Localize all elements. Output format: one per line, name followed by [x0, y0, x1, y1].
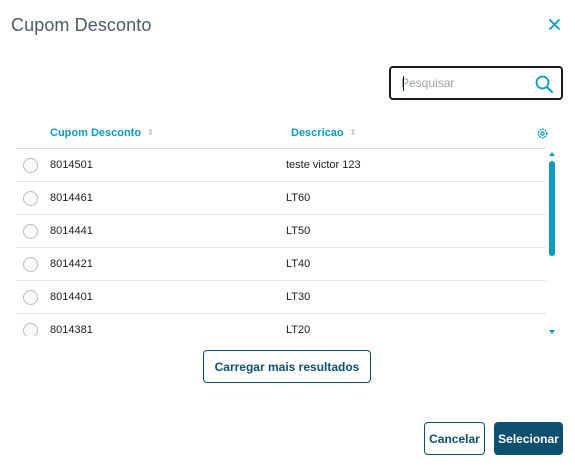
- load-more-button[interactable]: Carregar mais resultados: [203, 350, 371, 383]
- row-radio[interactable]: [23, 290, 38, 305]
- cancel-button[interactable]: Cancelar: [424, 422, 485, 455]
- cell-description: LT60: [286, 192, 311, 204]
- scrollbar-thumb[interactable]: [549, 161, 555, 256]
- table-row[interactable]: 8014501 teste victor 123: [16, 149, 546, 182]
- column-header-label: Cupom Desconto: [50, 127, 142, 139]
- gear-icon[interactable]: [536, 127, 549, 140]
- row-radio[interactable]: [23, 323, 38, 336]
- table-row[interactable]: 8014441 LT50: [16, 215, 546, 248]
- cell-description: LT50: [286, 225, 311, 237]
- column-header-cupom-desconto[interactable]: Cupom Desconto ⇕: [50, 127, 154, 139]
- cell-code: 8014421: [50, 258, 93, 270]
- search-input[interactable]: [401, 74, 529, 92]
- cell-description: LT20: [286, 324, 311, 336]
- scroll-down-arrow-icon[interactable]: [547, 328, 557, 336]
- cell-code: 8014461: [50, 192, 93, 204]
- table-row[interactable]: 8014461 LT60: [16, 182, 546, 215]
- cell-description: LT40: [286, 258, 311, 270]
- cell-description: LT30: [286, 291, 311, 303]
- sort-icon[interactable]: ⇕: [147, 129, 154, 137]
- column-header-descricao[interactable]: Descricao ⇕: [291, 127, 356, 139]
- cell-description: teste victor 123: [286, 159, 361, 171]
- coupon-dialog: Cupom Desconto Cupom Desconto ⇕ Descrica…: [0, 0, 575, 470]
- scroll-up-arrow-icon[interactable]: [547, 150, 557, 158]
- dialog-title: Cupom Desconto: [11, 15, 152, 35]
- cell-code: 8014401: [50, 291, 93, 303]
- table-header: Cupom Desconto ⇕ Descricao ⇕: [16, 120, 559, 148]
- row-radio[interactable]: [23, 191, 38, 206]
- table-row[interactable]: 8014381 LT20: [16, 314, 546, 336]
- text-caret: [403, 76, 404, 91]
- row-radio[interactable]: [23, 257, 38, 272]
- cell-code: 8014441: [50, 225, 93, 237]
- table-row[interactable]: 8014421 LT40: [16, 248, 546, 281]
- table-body: 8014501 teste victor 123 8014461 LT60 80…: [16, 148, 546, 336]
- sort-icon[interactable]: ⇕: [350, 129, 357, 137]
- row-radio[interactable]: [23, 224, 38, 239]
- column-header-label: Descricao: [291, 127, 344, 139]
- close-button[interactable]: [545, 15, 563, 33]
- select-button[interactable]: Selecionar: [494, 422, 563, 455]
- cell-code: 8014501: [50, 159, 93, 171]
- search-icon[interactable]: [534, 74, 554, 94]
- cell-code: 8014381: [50, 324, 93, 336]
- table-row[interactable]: 8014401 LT30: [16, 281, 546, 314]
- close-icon[interactable]: [548, 18, 560, 30]
- row-radio[interactable]: [23, 158, 38, 173]
- search-box[interactable]: [389, 66, 563, 100]
